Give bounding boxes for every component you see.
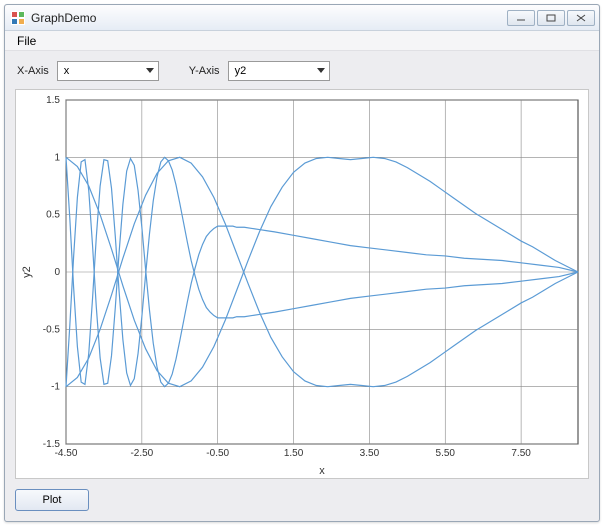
svg-text:-0.50: -0.50 xyxy=(206,448,229,459)
xaxis-label: X-Axis xyxy=(17,65,49,77)
app-icon xyxy=(11,11,25,25)
svg-text:y2: y2 xyxy=(21,266,33,278)
app-window: GraphDemo File X-Axis x Y-Axis y2 xyxy=(4,4,600,522)
svg-text:5.50: 5.50 xyxy=(436,448,456,459)
maximize-button[interactable] xyxy=(537,10,565,26)
yaxis-label: Y-Axis xyxy=(189,65,220,77)
chart-svg: -4.50-2.50-0.501.503.505.507.50-1.5-1-0.… xyxy=(16,90,588,478)
svg-text:1.50: 1.50 xyxy=(284,448,304,459)
menubar: File xyxy=(5,31,599,51)
bottom-panel: Plot xyxy=(15,479,589,511)
chart-area: -4.50-2.50-0.501.503.505.507.50-1.5-1-0.… xyxy=(15,89,589,479)
menu-file[interactable]: File xyxy=(11,32,42,50)
plot-button[interactable]: Plot xyxy=(15,489,89,511)
window-title: GraphDemo xyxy=(31,11,505,25)
svg-text:0: 0 xyxy=(54,267,60,278)
svg-text:-1.5: -1.5 xyxy=(43,439,61,450)
svg-text:0.5: 0.5 xyxy=(46,210,60,221)
close-button[interactable] xyxy=(567,10,595,26)
axis-controls: X-Axis x Y-Axis y2 xyxy=(15,61,589,89)
yaxis-combo-value: y2 xyxy=(229,65,313,77)
titlebar: GraphDemo xyxy=(5,5,599,31)
minimize-button[interactable] xyxy=(507,10,535,26)
yaxis-combo[interactable]: y2 xyxy=(228,61,330,81)
svg-text:7.50: 7.50 xyxy=(511,448,531,459)
svg-text:-0.5: -0.5 xyxy=(43,324,61,335)
xaxis-combo-value: x xyxy=(58,65,142,77)
svg-text:-2.50: -2.50 xyxy=(130,448,153,459)
svg-text:-1: -1 xyxy=(51,382,60,393)
svg-text:x: x xyxy=(319,465,325,477)
chevron-down-icon xyxy=(313,62,329,80)
chevron-down-icon xyxy=(142,62,158,80)
svg-text:3.50: 3.50 xyxy=(360,448,380,459)
client-area: X-Axis x Y-Axis y2 -4.50-2.50-0.501.503.… xyxy=(5,51,599,521)
xaxis-combo[interactable]: x xyxy=(57,61,159,81)
svg-text:1: 1 xyxy=(54,152,60,163)
svg-text:1.5: 1.5 xyxy=(46,95,60,106)
